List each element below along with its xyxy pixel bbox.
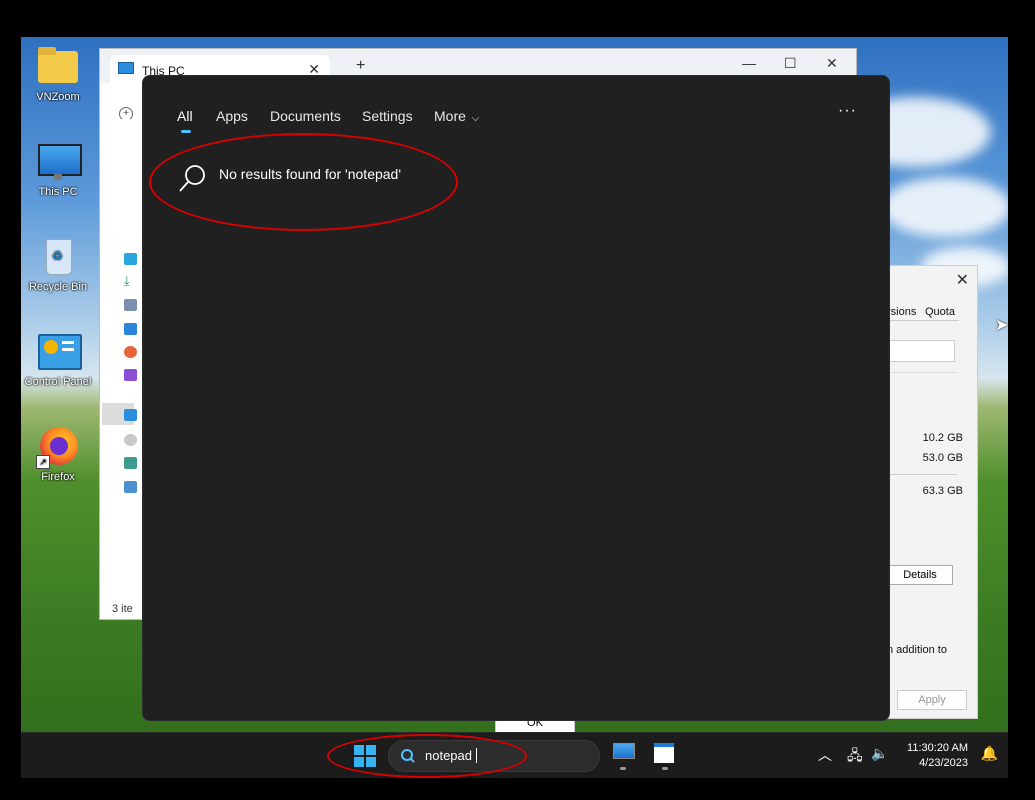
- tab-settings[interactable]: Settings: [362, 108, 413, 124]
- tab-all[interactable]: All: [177, 108, 193, 124]
- window-icon: [654, 743, 674, 763]
- clock-time: 11:30:20 AM: [907, 742, 968, 754]
- details-button[interactable]: Details: [887, 565, 953, 585]
- tab-previous-versions[interactable]: rsions: [887, 306, 916, 318]
- documents-icon[interactable]: [124, 299, 137, 311]
- desktop-icon-control-panel[interactable]: Control Panel: [21, 332, 98, 388]
- desktop-folder-icon[interactable]: [124, 253, 137, 265]
- desktop: VNZoom This PC ♻ Recycle Bin Control Pan…: [21, 37, 1008, 778]
- music-icon[interactable]: [124, 346, 137, 358]
- desktop-icon-label: Control Panel: [24, 376, 92, 388]
- tab-more-label: More: [434, 108, 466, 124]
- folder-icon: [36, 47, 80, 87]
- compress-option-text: n addition to: [887, 644, 947, 656]
- videos-icon[interactable]: [124, 369, 137, 381]
- mouse-cursor-icon: ➤: [995, 317, 1008, 334]
- active-tab-indicator: [181, 130, 191, 133]
- linux-icon[interactable]: [124, 481, 137, 493]
- taskbar-clock[interactable]: 11:30:20 AM 4/23/2023: [907, 741, 968, 771]
- explorer-status-text: 3 ite: [112, 603, 133, 615]
- volume-icon[interactable]: 🔈: [871, 745, 888, 762]
- monitor-icon: [613, 743, 635, 759]
- downloads-icon[interactable]: ⤓: [124, 274, 137, 287]
- desktop-icon-label: This PC: [38, 186, 78, 198]
- tab-quota[interactable]: Quota: [925, 306, 955, 318]
- network-icon[interactable]: 🖧: [847, 745, 863, 769]
- apply-button[interactable]: Apply: [897, 690, 967, 710]
- notification-icon[interactable]: 🔔: [981, 745, 998, 762]
- desktop-icon-firefox[interactable]: ↗ Firefox: [21, 427, 98, 483]
- tab-apps[interactable]: Apps: [216, 108, 248, 124]
- chevron-up-icon[interactable]: ︿: [818, 745, 832, 765]
- desktop-icon-vnzoom[interactable]: VNZoom: [21, 47, 98, 103]
- tab-documents[interactable]: Documents: [270, 108, 341, 124]
- pictures-icon[interactable]: [124, 323, 137, 335]
- chevron-down-icon: ⌵: [471, 113, 480, 124]
- desktop-icon-label: Recycle Bin: [28, 281, 88, 293]
- name-field[interactable]: [887, 340, 955, 362]
- monitor-icon: [36, 142, 82, 182]
- taskbar-explorer-button[interactable]: [654, 743, 678, 771]
- highlight-ellipse-taskbar: [327, 734, 527, 778]
- desktop-icon-label: VNZoom: [36, 91, 80, 103]
- details-button-label: Details: [903, 569, 937, 581]
- this-pc-icon[interactable]: [124, 409, 137, 421]
- clock-date: 4/23/2023: [919, 757, 968, 769]
- minimize-button[interactable]: —: [742, 55, 756, 71]
- ellipsis-icon[interactable]: ···: [838, 102, 857, 120]
- explorer-sidebar: ⤓: [100, 119, 137, 619]
- close-button[interactable]: ✕: [826, 55, 838, 72]
- desktop-icon-recycle-bin[interactable]: ♻ Recycle Bin: [21, 237, 98, 293]
- capacity-value: 63.3 GB: [922, 485, 963, 497]
- control-panel-icon: [36, 332, 82, 372]
- firefox-icon: ↗: [36, 427, 80, 469]
- taskbar-this-pc-button[interactable]: [613, 743, 635, 771]
- apply-button-label: Apply: [918, 694, 946, 706]
- close-icon[interactable]: ✕: [956, 270, 969, 290]
- running-indicator: [662, 767, 668, 770]
- recycle-bin-icon: ♻: [36, 237, 80, 277]
- drive-icon[interactable]: [124, 434, 137, 446]
- maximize-button[interactable]: ☐: [784, 55, 797, 72]
- tab-divider: [887, 320, 959, 321]
- tab-more[interactable]: More ⌵: [434, 108, 479, 124]
- used-space-value: 10.2 GB: [922, 432, 963, 444]
- divider: [887, 372, 957, 373]
- free-space-value: 53.0 GB: [922, 452, 963, 464]
- divider: [887, 474, 957, 475]
- monitor-icon: [118, 62, 134, 74]
- highlight-ellipse-results: [149, 133, 458, 231]
- desktop-icon-label: Firefox: [41, 471, 75, 483]
- network-icon[interactable]: [124, 457, 137, 469]
- new-tab-button[interactable]: +: [356, 57, 365, 75]
- running-indicator: [620, 767, 626, 770]
- properties-dialog[interactable]: ✕ rsions Quota 10.2 GB 53.0 GB 63.3 GB D…: [886, 265, 978, 719]
- desktop-icon-this-pc[interactable]: This PC: [21, 142, 98, 198]
